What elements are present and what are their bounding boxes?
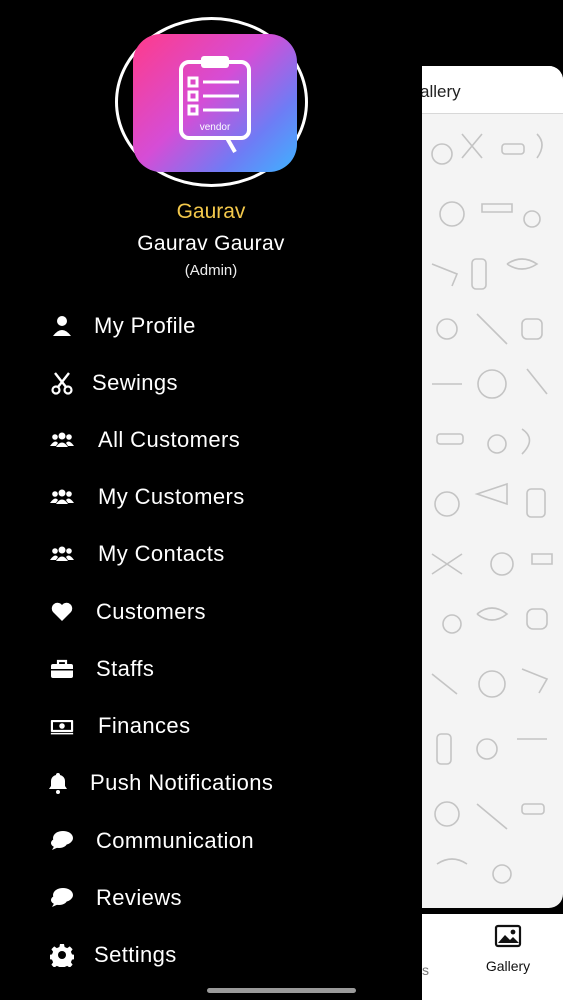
tab-gallery-label: Gallery <box>485 958 531 974</box>
users-icon <box>48 426 76 454</box>
menu-item-finances[interactable]: Finances <box>0 698 422 754</box>
menu-item-customers[interactable]: Customers <box>0 584 422 640</box>
username: Gaurav <box>176 200 246 223</box>
menu-item-label: My Contacts <box>98 541 225 566</box>
tab-gallery[interactable]: Gallery <box>478 924 538 976</box>
menu-item-push-notifications[interactable]: Push Notifications <box>0 755 422 811</box>
gallery-screen: allery <box>422 66 563 908</box>
navigation-drawer: vendor Gaurav Gaurav Gaurav (Admin) My P… <box>0 0 422 1000</box>
menu-item-label: Finances <box>98 713 191 738</box>
menu-item-my-customers[interactable]: My Customers <box>0 469 422 525</box>
money-icon <box>48 712 76 740</box>
menu-item-sewings[interactable]: Sewings <box>0 355 422 411</box>
full-name: Gaurav Gaurav <box>137 232 285 255</box>
menu-item-label: Push Notifications <box>90 770 274 795</box>
menu-item-label: Reviews <box>96 885 182 910</box>
home-indicator[interactable] <box>207 988 356 993</box>
menu-item-my-profile[interactable]: My Profile <box>0 298 422 354</box>
menu-item-reviews[interactable]: Reviews <box>0 870 422 926</box>
user-role: (Admin) <box>184 262 238 279</box>
tools-pattern-background <box>431 133 553 884</box>
chat-icon <box>48 884 76 912</box>
scissors-icon <box>48 369 76 397</box>
image-icon <box>494 924 522 948</box>
background-app: allery s Gallery <box>422 0 563 1000</box>
gear-icon <box>48 941 76 969</box>
app-logo: vendor <box>133 34 297 172</box>
users-icon <box>48 540 76 568</box>
users-icon <box>48 483 76 511</box>
menu-item-label: Communication <box>96 828 255 853</box>
menu-item-label: Staffs <box>96 656 155 681</box>
menu-item-label: Sewings <box>92 370 178 395</box>
menu-item-settings[interactable]: Settings <box>0 927 422 983</box>
chat-icon <box>48 827 76 855</box>
menu-item-label: My Customers <box>98 484 245 509</box>
menu-item-label: Customers <box>96 599 206 624</box>
bottom-tab-bar: s Gallery <box>422 914 563 1000</box>
briefcase-icon <box>48 655 76 683</box>
gallery-header-title: allery <box>422 82 461 101</box>
menu-item-my-contacts[interactable]: My Contacts <box>0 526 422 582</box>
person-icon <box>48 312 76 340</box>
svg-text:vendor: vendor <box>200 122 231 133</box>
menu-item-label: Settings <box>94 942 177 967</box>
menu-item-label: My Profile <box>94 313 196 338</box>
heart-icon <box>48 598 76 626</box>
clipboard-icon: vendor <box>179 56 251 153</box>
gallery-header: allery <box>422 66 563 114</box>
menu-item-communication[interactable]: Communication <box>0 813 422 869</box>
menu-item-staffs[interactable]: Staffs <box>0 641 422 697</box>
bell-icon <box>44 769 72 797</box>
bottom-tab-fragment[interactable]: s <box>422 962 429 978</box>
menu-item-label: All Customers <box>98 427 241 452</box>
menu-item-all-customers[interactable]: All Customers <box>0 412 422 468</box>
